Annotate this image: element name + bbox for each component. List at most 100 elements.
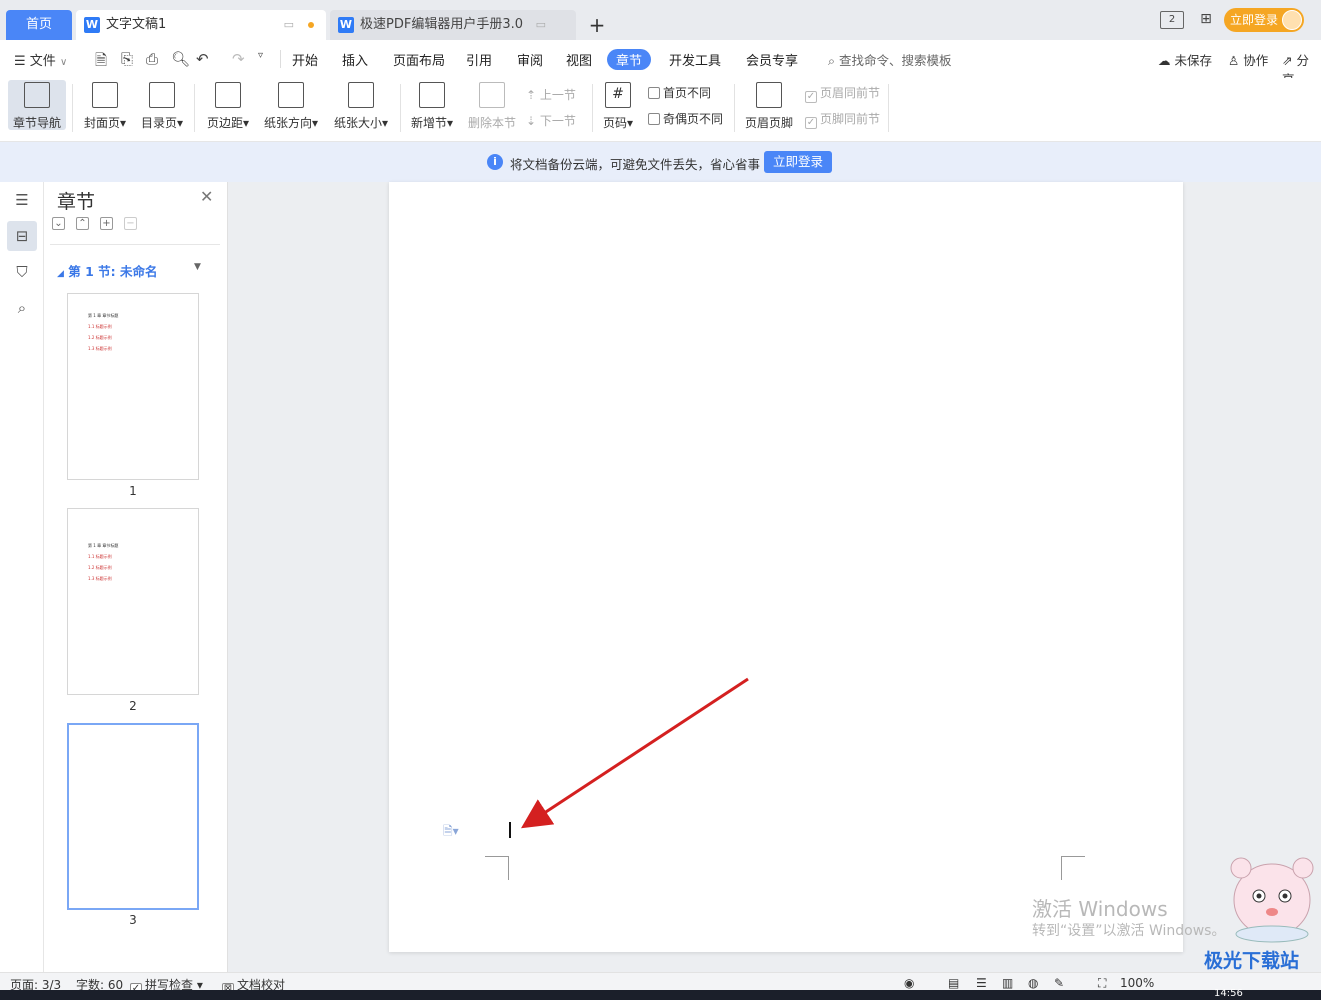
eye-protect-icon[interactable]: ◉ [904, 976, 914, 990]
login-button-top[interactable]: 立即登录 [1224, 8, 1304, 32]
document-page[interactable]: 🗎▾ [389, 182, 1183, 952]
paper-size-label: 纸张大小▾ [333, 116, 389, 130]
ribbon-divider [400, 84, 401, 132]
redo-icon[interactable]: ↷ [232, 50, 245, 68]
tab-member[interactable]: 会员专享 [746, 50, 798, 69]
search-icon[interactable]: ⌕ [7, 293, 37, 323]
page-thumbnail-number: 1 [129, 484, 137, 498]
header-same-prev-label: 页眉同前节 [820, 86, 881, 100]
new-section-button[interactable]: 新增节▾ [407, 80, 457, 130]
zoom-level[interactable]: 100% [1120, 976, 1154, 990]
ribbon-divider [888, 84, 889, 132]
unsaved-status[interactable]: ☁ 未保存 [1158, 50, 1212, 69]
orientation-label: 纸张方向▾ [263, 116, 319, 130]
toc-page-label: 目录页▾ [140, 116, 184, 130]
next-section-button[interactable]: ⇣ 下一节 [526, 112, 576, 129]
paper-size-button[interactable]: 纸张大小▾ [330, 80, 392, 130]
page-number-button[interactable]: # 页码▾ [598, 80, 638, 130]
grid-apps-icon[interactable]: ⊞ [1194, 11, 1218, 29]
chapter-nav-button[interactable]: 章节导航 [8, 80, 66, 130]
header-footer-button[interactable]: 页眉页脚 [742, 80, 796, 130]
menu-divider [280, 50, 281, 68]
delete-section-button[interactable]: 删除本节 [465, 80, 519, 130]
window-count: 2 [1168, 14, 1176, 25]
checked-icon: ✓ [805, 117, 817, 129]
tab-title: 文字文稿1 [106, 17, 167, 32]
page-view-icon[interactable]: ▤ [948, 976, 959, 990]
tab-review[interactable]: 审阅 [517, 50, 543, 69]
file-menu-label: 文件 [29, 54, 56, 69]
margin-corner-mark [1061, 856, 1085, 880]
tab-page-layout[interactable]: 页面布局 [393, 50, 445, 69]
expand-all-icon[interactable]: ⌃ [76, 217, 89, 230]
bookmark-icon[interactable]: ⛉ [7, 257, 37, 287]
tab-document-pdf-manual[interactable]: W 极速PDF编辑器用户手册3.0 ▭ [330, 10, 576, 40]
header-same-prev-checkbox[interactable]: ✓ 页眉同前节 [805, 84, 880, 103]
menu-row: ☰ 文件 ∨ 🗎 ⎘ ⎙ 🔍︎ ↶ ↷ ▿ 开始 插入 页面布局 引用 审阅 视… [0, 40, 1321, 87]
status-bar: 页面: 3/3 字数: 60 ✓ 拼写检查 ▾ ⊠ 文档校对 ◉ ▤ ☰ ▥ ◍ ✎… [0, 972, 1321, 995]
tab-developer[interactable]: 开发工具 [669, 50, 721, 69]
tab-insert[interactable]: 插入 [342, 50, 368, 69]
unsaved-dot-icon [308, 22, 314, 28]
margins-button[interactable]: 页边距▾ [203, 80, 253, 130]
quick-access-more-icon[interactable]: ▿ [258, 50, 263, 61]
paragraph-options-icon[interactable]: 🗎▾ [443, 822, 459, 843]
save-icon[interactable]: 🗎 [95, 50, 107, 75]
margins-label: 页边距▾ [206, 116, 250, 130]
notice-login-button[interactable]: 立即登录 [764, 151, 832, 173]
odd-even-diff-label: 奇偶页不同 [663, 112, 724, 126]
section-dropdown-icon[interactable]: ▼ [194, 262, 201, 272]
new-section-icon [419, 82, 445, 108]
tab-document-active[interactable]: W 文字文稿1 ▭ [76, 10, 326, 40]
outline-view-icon[interactable]: ☰ [976, 976, 987, 990]
thumb-text-line: 1.2 标题示例 [88, 565, 112, 570]
odd-even-diff-checkbox[interactable]: 奇偶页不同 [648, 110, 723, 127]
page-thumbnail-1[interactable]: 第 1 章 章节标题 1.1 标题示例 1.2 标题示例 1.3 标题示例 [67, 293, 199, 480]
web-view-icon[interactable]: ◍ [1028, 976, 1038, 990]
command-search[interactable]: ⌕ 查找命令、搜索模板 [828, 50, 952, 69]
tab-view[interactable]: 视图 [566, 50, 592, 69]
footer-same-prev-checkbox[interactable]: ✓ 页脚同前节 [805, 110, 880, 129]
writer-doc-icon: W [84, 17, 100, 33]
cover-page-button[interactable]: 封面页▾ [80, 80, 130, 130]
add-section-icon[interactable]: + [100, 217, 113, 230]
close-icon[interactable]: ✕ [200, 187, 213, 206]
chapter-panel: 章节 ✕ ⌄ ⌃ + − ◢ 第 1 节: 未命名 ▼ 第 1 章 章节标题 1… [44, 182, 228, 972]
orientation-button[interactable]: 纸张方向▾ [260, 80, 322, 130]
undo-icon[interactable]: ↶ [196, 50, 209, 68]
print-icon[interactable]: ⎙ [146, 50, 158, 68]
fit-page-icon[interactable]: ⛶ [1098, 976, 1106, 991]
tab-home[interactable]: 首页 [6, 10, 72, 40]
section-item[interactable]: ◢ 第 1 节: 未命名 [57, 261, 158, 280]
cover-page-label: 封面页▾ [83, 116, 127, 130]
first-page-diff-checkbox[interactable]: 首页不同 [648, 84, 711, 101]
first-page-diff-label: 首页不同 [663, 86, 712, 100]
export-pdf-icon[interactable]: ⎘ [121, 50, 133, 68]
new-tab-button[interactable]: + [586, 10, 608, 40]
pen-icon[interactable]: ✎ [1054, 976, 1064, 990]
collab-button[interactable]: ♙ 协作 [1228, 50, 1268, 69]
text-cursor [509, 822, 511, 838]
prev-section-button[interactable]: ⇡ 上一节 [526, 86, 576, 103]
checkbox-icon [648, 113, 660, 125]
tab-chapter[interactable]: 章节 [607, 49, 652, 70]
file-menu[interactable]: ☰ 文件 ∨ [14, 50, 67, 69]
toc-page-button[interactable]: 目录页▾ [137, 80, 187, 130]
windows-activation-title: 激活 Windows [1032, 897, 1168, 921]
outline-icon[interactable]: ☰ [7, 185, 37, 215]
tab-start[interactable]: 开始 [292, 50, 318, 69]
tab-references[interactable]: 引用 [466, 50, 492, 69]
print-preview-icon[interactable]: 🔍︎ [171, 50, 190, 68]
chapter-icon[interactable]: ⊟ [7, 221, 37, 251]
document-canvas[interactable]: 🗎▾ 激活 Windows 转到“设置”以激活 Windows。 极光下载站 [228, 182, 1321, 972]
collapse-all-icon[interactable]: ⌄ [52, 217, 65, 230]
window-count-button[interactable]: 2 [1160, 11, 1184, 29]
delete-section-label: 删除本节 [467, 116, 516, 130]
remove-section-icon[interactable]: − [124, 217, 137, 230]
page-thumbnail-3[interactable] [67, 723, 199, 910]
paper-size-icon [348, 82, 374, 108]
thumb-text-line: 第 1 章 章节标题 [88, 313, 119, 318]
page-thumbnail-2[interactable]: 第 1 章 章节标题 1.1 标题示例 1.2 标题示例 1.3 标题示例 [67, 508, 199, 695]
reading-view-icon[interactable]: ▥ [1002, 976, 1013, 990]
new-section-label: 新增节▾ [410, 116, 454, 130]
